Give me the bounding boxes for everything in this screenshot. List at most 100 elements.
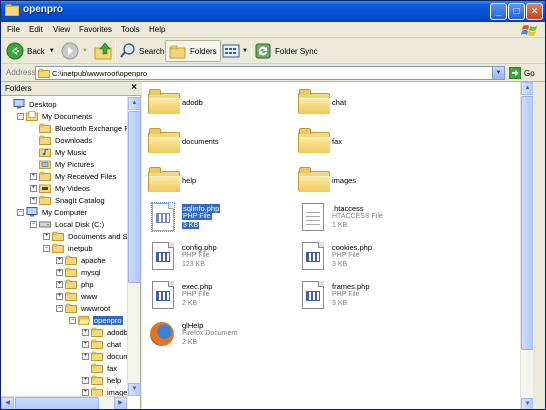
menu-help[interactable]: Help (149, 25, 165, 34)
expand-icon[interactable]: + (82, 376, 89, 384)
title-bar[interactable]: openpro _ □ × (1, 1, 545, 22)
scroll-left-icon[interactable]: ◀ (1, 397, 14, 409)
menu-view[interactable]: View (53, 25, 70, 34)
tree-item[interactable]: − My Documents (17, 110, 93, 122)
folders-pane-header: Folders × (1, 82, 141, 96)
file-item[interactable]: cookies.php PHP File 3 KB (294, 242, 464, 278)
tree-item[interactable]: + My Received Files (30, 170, 117, 182)
tree-item[interactable]: My Pictures (30, 158, 95, 170)
go-arrow-icon (509, 67, 521, 79)
tree-item[interactable]: Bluetooth Exchange Folder (30, 122, 127, 134)
expand-icon[interactable]: + (82, 340, 89, 348)
tree-item[interactable]: + www (56, 290, 98, 302)
tree-item[interactable]: + help (82, 374, 122, 386)
scroll-up-icon[interactable]: ▲ (128, 97, 141, 110)
expand-icon[interactable]: + (56, 280, 63, 288)
tree-item-label: wwwroot (81, 303, 111, 313)
content-scroll-down-icon[interactable]: ▼ (521, 398, 533, 409)
tree-item[interactable]: + documents (82, 350, 127, 362)
menu-edit[interactable]: Edit (29, 25, 43, 34)
address-dropdown-icon[interactable]: ▼ (492, 67, 504, 79)
content-vertical-scrollbar[interactable]: ▲ ▼ (520, 82, 533, 409)
tree-item[interactable]: fax (82, 362, 118, 374)
tree-item[interactable]: My Music (30, 146, 88, 158)
file-item[interactable]: frames.php PHP File 3 KB (294, 281, 464, 317)
views-button[interactable]: ▼ (222, 40, 248, 62)
folder-item[interactable]: fax (294, 125, 464, 161)
go-button[interactable]: Go (509, 66, 537, 80)
menu-file[interactable]: File (7, 25, 20, 34)
tree-item[interactable]: + mysql (56, 266, 102, 278)
tree-item[interactable]: − wwwroot (56, 302, 111, 314)
tree-item[interactable]: + adodb (82, 326, 127, 338)
tree-item[interactable]: Downloads (30, 134, 93, 146)
tree-item[interactable]: Desktop (4, 98, 58, 110)
folders-horizontal-scrollbar[interactable]: ◀ ▶ (1, 396, 128, 409)
tree-item[interactable]: − My Computer (17, 206, 88, 218)
folders-pane-close-icon[interactable]: × (131, 82, 137, 93)
expand-icon[interactable]: + (56, 292, 63, 300)
folder-item[interactable]: images (294, 164, 464, 200)
tree-item[interactable]: − Local Disk (C:) (30, 218, 105, 230)
scroll-thumb[interactable] (128, 111, 141, 283)
back-dropdown-icon[interactable]: ▼ (49, 48, 55, 54)
maximize-button[interactable]: □ (508, 3, 525, 20)
tree-item[interactable]: + apache (56, 254, 107, 266)
minimize-button[interactable]: _ (490, 3, 507, 20)
file-item[interactable]: exec.php PHP File 2 KB (144, 281, 314, 317)
expand-icon[interactable]: + (56, 268, 63, 276)
content-scroll-thumb[interactable] (521, 96, 533, 350)
menu-tools[interactable]: Tools (121, 25, 140, 34)
collapse-icon[interactable]: − (17, 208, 24, 216)
folders-vertical-scrollbar[interactable]: ▲ ▼ (127, 97, 141, 396)
collapse-icon[interactable]: − (69, 316, 76, 324)
tree-item[interactable]: + php (56, 278, 95, 290)
forward-button[interactable]: ▼ (61, 40, 88, 62)
tree-item[interactable]: + chat (82, 338, 122, 350)
file-item[interactable]: glHelp Firefox Document 2 KB (144, 320, 314, 356)
collapse-icon[interactable]: − (56, 304, 63, 312)
collapse-icon[interactable]: − (17, 112, 24, 120)
address-input[interactable]: C:\inetpub\wwwroot\openpro ▼ (35, 66, 505, 80)
expand-icon[interactable]: + (30, 184, 37, 192)
tree-item[interactable]: + My Videos (30, 182, 91, 194)
folders-button[interactable]: Folders (165, 40, 221, 62)
file-item[interactable]: sqlinfo.php PHP File 3 KB (144, 202, 314, 239)
search-button[interactable]: Search (119, 40, 164, 62)
folder-item[interactable]: adodb (144, 86, 314, 122)
views-dropdown-icon[interactable]: ▼ (242, 48, 248, 54)
folder-item[interactable]: help (144, 164, 314, 200)
php-file-icon (151, 202, 175, 232)
content-scroll-up-icon[interactable]: ▲ (521, 82, 533, 95)
tree-item[interactable]: − inetpub (43, 242, 94, 254)
pictures-folder-icon (39, 159, 51, 169)
expand-icon[interactable]: + (82, 352, 89, 360)
folder-item[interactable]: chat (294, 86, 464, 122)
hscroll-thumb[interactable] (15, 397, 99, 409)
item-name: config.php (182, 243, 217, 252)
file-item[interactable]: config.php PHP File 123 KB (144, 242, 314, 278)
folder-item[interactable]: documents (144, 125, 314, 161)
collapse-icon[interactable]: − (30, 220, 37, 228)
expand-icon[interactable]: + (82, 388, 89, 396)
folder-sync-button[interactable]: Folder Sync (255, 40, 318, 62)
tree-item[interactable]: − openpro (69, 314, 123, 326)
expand-icon[interactable]: + (30, 172, 37, 180)
scroll-right-icon[interactable]: ▶ (114, 397, 127, 409)
tree-item[interactable]: + SnagIt Catalog (30, 194, 106, 206)
expand-icon[interactable]: + (43, 232, 50, 240)
expand-icon[interactable]: + (82, 328, 89, 336)
tree-item[interactable]: + Documents and Settings (43, 230, 127, 242)
collapse-icon[interactable]: − (43, 244, 50, 252)
forward-dropdown-icon[interactable]: ▼ (82, 48, 88, 54)
file-item[interactable]: .htaccess HTACCESS File 1 KB (294, 203, 464, 239)
expand-icon[interactable]: + (56, 256, 63, 264)
folder-icon (65, 303, 77, 313)
expand-icon[interactable]: + (30, 196, 37, 204)
folder-icon (91, 327, 103, 337)
menu-favorites[interactable]: Favorites (79, 25, 112, 34)
back-button[interactable]: Back ▼ (6, 40, 55, 62)
close-button[interactable]: × (526, 3, 543, 20)
scroll-down-icon[interactable]: ▼ (128, 383, 141, 396)
up-folder-button[interactable] (94, 40, 114, 62)
